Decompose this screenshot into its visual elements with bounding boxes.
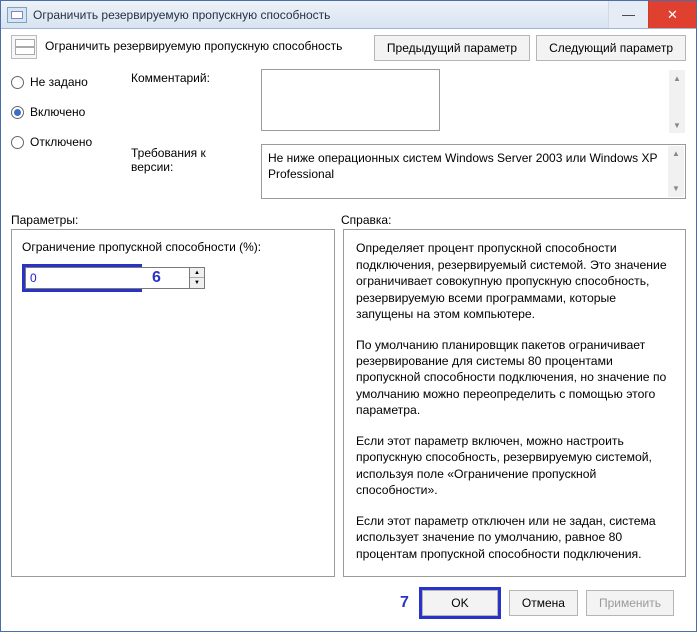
help-panel: Определяет процент пропускной способност… xyxy=(343,229,686,577)
comment-row: Комментарий: ▲ ▼ xyxy=(131,69,686,134)
policy-icon xyxy=(7,7,27,23)
state-row: Не задано Включено Отключено Комментарий… xyxy=(11,69,686,199)
radio-label: Не задано xyxy=(30,75,88,89)
requirements-label: Требования к версии: xyxy=(131,144,251,199)
spinner-down-button[interactable]: ▼ xyxy=(190,278,204,288)
bandwidth-limit-input[interactable] xyxy=(25,267,189,289)
dialog-window: Ограничить резервируемую пропускную спос… xyxy=(0,0,697,632)
scroll-up-icon: ▲ xyxy=(669,70,685,86)
radio-not-configured[interactable]: Не задано xyxy=(11,75,131,89)
scroll-down-icon: ▼ xyxy=(668,181,684,197)
bandwidth-spinner: ▲ ▼ xyxy=(22,264,142,292)
scroll-down-icon: ▼ xyxy=(669,117,685,133)
help-paragraph: Определяет процент пропускной способност… xyxy=(356,240,673,322)
window-controls: — ✕ xyxy=(608,1,696,28)
annotation-7: 7 xyxy=(400,594,409,612)
apply-button[interactable]: Применить xyxy=(586,590,674,616)
fields-column: Комментарий: ▲ ▼ Требования к версии: Не… xyxy=(131,69,686,199)
scrollbar[interactable]: ▲ ▼ xyxy=(669,70,685,133)
bandwidth-limit-label: Ограничение пропускной способности (%): xyxy=(22,240,324,254)
comment-textarea[interactable] xyxy=(261,69,440,131)
comment-label: Комментарий: xyxy=(131,69,251,134)
params-panel: Ограничение пропускной способности (%): … xyxy=(11,229,335,577)
scrollbar[interactable]: ▲ ▼ xyxy=(668,146,684,197)
help-paragraph: По умолчанию планировщик пакетов огранич… xyxy=(356,337,673,419)
radio-icon xyxy=(11,106,24,119)
setting-title: Ограничить резервируемую пропускную спос… xyxy=(45,35,366,53)
params-section-label: Параметры: xyxy=(11,213,341,227)
scroll-up-icon: ▲ xyxy=(668,146,684,162)
window-title: Ограничить резервируемую пропускную спос… xyxy=(33,8,608,22)
ok-button[interactable]: OK xyxy=(422,590,498,616)
titlebar: Ограничить резервируемую пропускную спос… xyxy=(1,1,696,29)
spinner-up-button[interactable]: ▲ xyxy=(190,268,204,278)
help-paragraph: Внимание! Если ограничение пропускной сп… xyxy=(356,576,673,577)
help-section-label: Справка: xyxy=(341,213,391,227)
close-button[interactable]: ✕ xyxy=(648,1,696,28)
radio-disabled[interactable]: Отключено xyxy=(11,135,131,149)
content-area: Ограничить резервируемую пропускную спос… xyxy=(1,29,696,631)
next-setting-button[interactable]: Следующий параметр xyxy=(536,35,686,61)
panels: Ограничение пропускной способности (%): … xyxy=(11,229,686,577)
previous-setting-button[interactable]: Предыдущий параметр xyxy=(374,35,530,61)
requirements-box: Не ниже операционных систем Windows Serv… xyxy=(261,144,686,199)
settings-list-icon xyxy=(11,35,37,59)
requirements-row: Требования к версии: Не ниже операционны… xyxy=(131,144,686,199)
bandwidth-spinner-row: ▲ ▼ 6 xyxy=(22,264,324,292)
footer: 7 OK Отмена Применить xyxy=(11,577,686,631)
radio-icon xyxy=(11,136,24,149)
radio-label: Включено xyxy=(30,105,85,119)
header-row: Ограничить резервируемую пропускную спос… xyxy=(11,35,686,61)
radio-label: Отключено xyxy=(30,135,92,149)
radio-icon xyxy=(11,76,24,89)
radio-enabled[interactable]: Включено xyxy=(11,105,131,119)
section-labels: Параметры: Справка: xyxy=(11,213,686,227)
cancel-button[interactable]: Отмена xyxy=(509,590,578,616)
spinner-buttons: ▲ ▼ xyxy=(189,267,205,289)
ok-highlight: OK xyxy=(419,587,501,619)
requirements-text: Не ниже операционных систем Windows Serv… xyxy=(268,151,657,181)
help-paragraph: Если этот параметр включен, можно настро… xyxy=(356,433,673,499)
help-paragraph: Если этот параметр отключен или не задан… xyxy=(356,513,673,562)
state-radio-group: Не задано Включено Отключено xyxy=(11,69,131,149)
nav-buttons: Предыдущий параметр Следующий параметр xyxy=(374,35,686,61)
minimize-button[interactable]: — xyxy=(608,1,648,28)
annotation-6: 6 xyxy=(152,269,161,287)
